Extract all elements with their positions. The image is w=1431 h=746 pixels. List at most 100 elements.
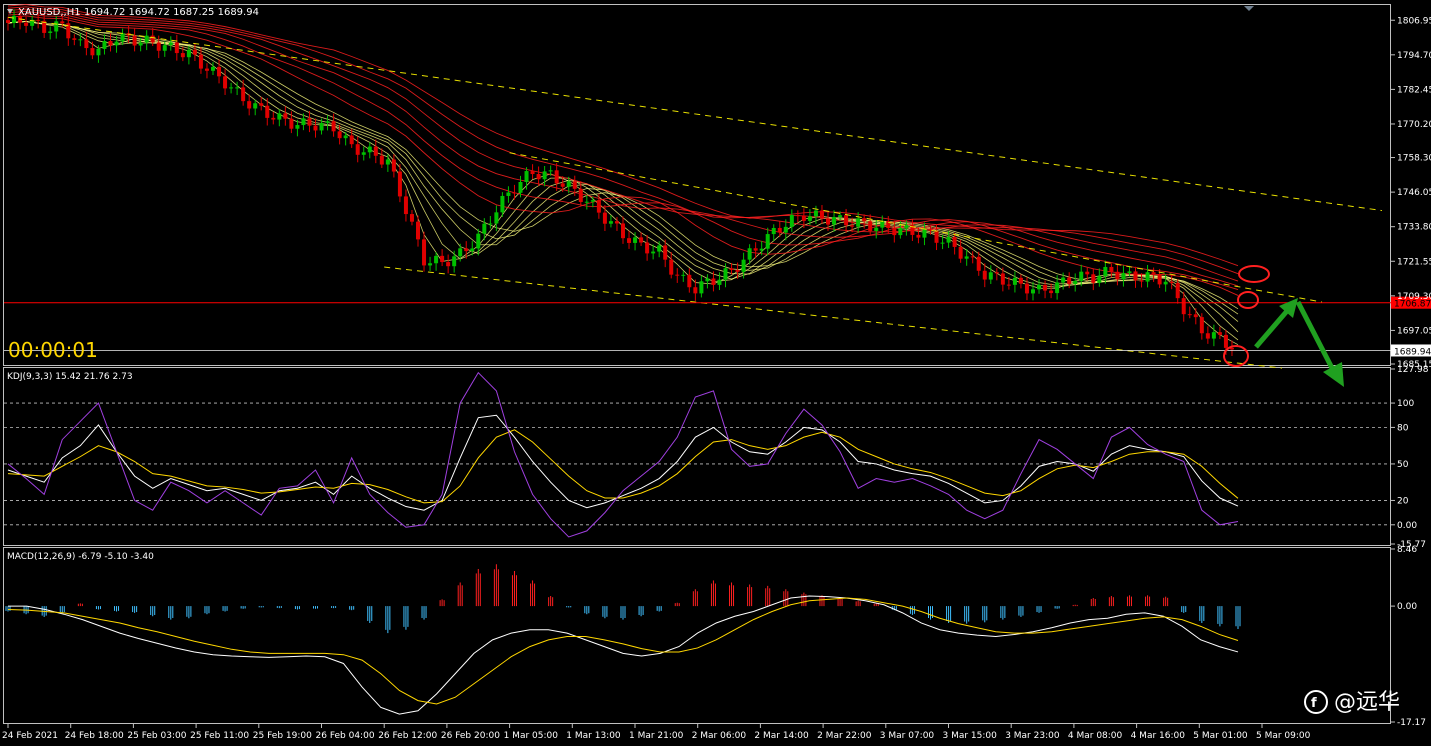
candle-body [343, 135, 348, 139]
trading-chart[interactable]: 1706.871689.941806.951794.701782.451770.… [0, 0, 1431, 746]
candle-body [217, 66, 222, 77]
price-tick-label: 1770.20 [1397, 120, 1431, 130]
candle-body [361, 152, 366, 155]
candle-body [271, 117, 276, 120]
time-tick-label: 25 Feb 19:00 [253, 731, 312, 741]
candle-body [518, 182, 523, 193]
candle-body [548, 170, 553, 172]
time-tick-label: 26 Feb 20:00 [441, 731, 500, 741]
kdj-title: KDJ(9,3,3) 15.42 21.76 2.73 [7, 372, 133, 382]
ma-yellow-2 [7, 21, 1239, 341]
candle-body [1091, 274, 1096, 283]
candle-body [6, 20, 10, 23]
time-tick-label: 4 Mar 16:00 [1131, 731, 1186, 741]
candle-body [735, 270, 740, 272]
candle-body [1073, 280, 1078, 284]
dropdown-triangle-icon[interactable] [7, 9, 13, 14]
watermark: f @远华 [1304, 690, 1400, 715]
candle-body [349, 135, 354, 145]
kdj-layer [4, 371, 1391, 538]
candle-body [355, 144, 360, 155]
candle-body [1031, 289, 1035, 294]
candle-body [988, 272, 993, 280]
candle-body [198, 54, 203, 69]
candle-body [1193, 314, 1198, 318]
candle-body [416, 221, 420, 240]
price-tick-label: 1806.95 [1397, 16, 1431, 26]
ma-yellow-3 [7, 21, 1239, 333]
candle-body [446, 262, 451, 267]
candle-body [1000, 273, 1005, 285]
candle-body [826, 218, 830, 225]
price-tick-label: 1746.05 [1397, 188, 1431, 198]
candle-body [90, 48, 95, 56]
candle-body [192, 49, 197, 55]
macd-tick-label: -17.17 [1397, 718, 1426, 728]
kdj-tick-label: 50 [1397, 460, 1409, 470]
candle-body [307, 118, 312, 126]
ma-red-3 [7, 10, 1239, 287]
kdj-tick-label: 20 [1397, 496, 1409, 506]
candle-body [657, 245, 662, 252]
candle-body [1211, 332, 1216, 339]
candle-body [717, 279, 722, 285]
candle-body [1157, 274, 1162, 285]
candle-body [409, 214, 414, 222]
candle-body [301, 118, 306, 126]
candle-body [946, 237, 951, 243]
time-tick-label: 3 Mar 07:00 [880, 731, 935, 741]
candle-body [1109, 266, 1114, 272]
candle-body [711, 278, 716, 285]
candle-body [283, 113, 288, 119]
candle-body [168, 42, 173, 46]
candle-body [1079, 271, 1084, 281]
candle-body [868, 221, 873, 231]
candle-body [1145, 272, 1150, 282]
kdj-tick-label: 127.98 [1397, 365, 1429, 375]
candle-body [379, 155, 384, 165]
candle-body [1018, 277, 1023, 284]
ma-yellow-4 [7, 21, 1239, 322]
macd-panel[interactable] [3, 547, 1391, 724]
candle-body [590, 200, 595, 202]
candle-body [138, 42, 143, 46]
candle-body [1043, 284, 1048, 291]
time-tick-label: 26 Feb 12:00 [378, 731, 437, 741]
candle-body [403, 196, 408, 215]
candle-body [295, 125, 300, 129]
candle-body [838, 215, 843, 218]
candle-body [482, 223, 487, 234]
candle-body [994, 272, 999, 274]
candle-body [1037, 284, 1042, 290]
candle-body [494, 212, 499, 224]
scroll-marker-icon[interactable] [1244, 6, 1254, 11]
candle-body [747, 248, 752, 260]
candle-body [530, 171, 535, 175]
down-arrow-shaft [1295, 300, 1336, 372]
ma-yellow-1 [7, 21, 1239, 346]
candle-body [174, 42, 179, 54]
candle-body [584, 201, 589, 203]
candle-body [12, 15, 17, 23]
candle-body [1151, 272, 1156, 275]
candle-body [1103, 266, 1108, 277]
candle-body [1049, 290, 1054, 294]
candle-body [663, 245, 668, 260]
candle-body [524, 171, 529, 183]
candle-body [60, 21, 65, 24]
candle-body [1139, 280, 1144, 282]
candle-body [681, 274, 686, 276]
candle-body [1205, 333, 1210, 339]
candle-body [313, 125, 318, 131]
axis-layer: 1706.871689.941806.951794.701782.451770.… [2, 16, 1431, 741]
candle-body [253, 103, 258, 109]
watermark-text: @远华 [1334, 690, 1400, 715]
channel-line-2 [509, 152, 1323, 303]
candle-body [72, 38, 77, 40]
time-tick-label: 1 Mar 21:00 [629, 731, 684, 741]
annotation-circle-bottom [1223, 345, 1249, 367]
kdj-series-J [7, 371, 1239, 538]
candle-body [645, 242, 650, 254]
candle-body [705, 278, 710, 282]
price-tick-label: 1697.05 [1397, 326, 1431, 336]
